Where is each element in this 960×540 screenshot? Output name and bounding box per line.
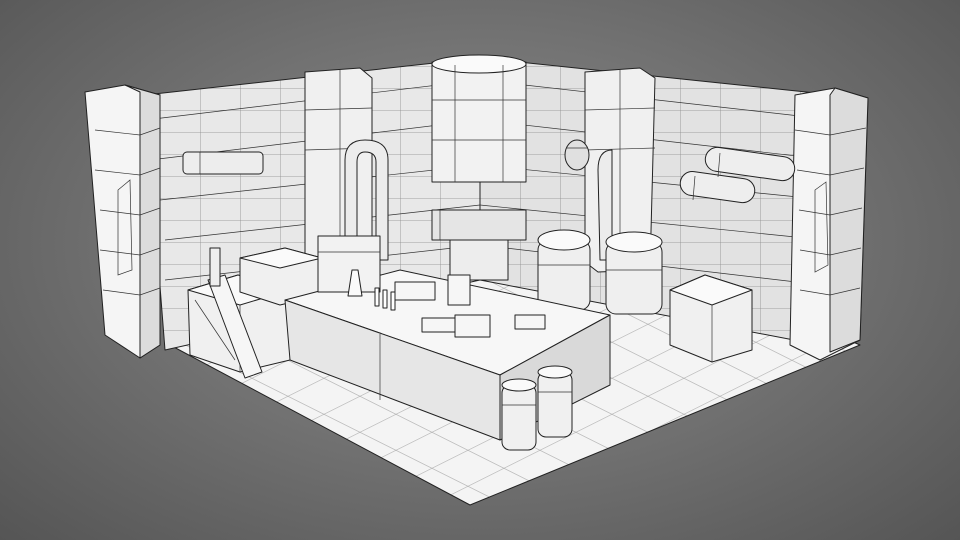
tank-left — [537, 229, 591, 311]
left-pillar — [84, 84, 161, 359]
canister-right — [537, 365, 573, 438]
canister-left — [501, 378, 537, 451]
right-pillar — [789, 87, 869, 361]
render-viewport — [0, 0, 960, 540]
storage-box — [669, 274, 753, 363]
tank-right — [605, 231, 663, 315]
wall-pipe-left — [182, 151, 264, 175]
wall-vent — [564, 139, 590, 171]
room-render — [84, 54, 869, 506]
